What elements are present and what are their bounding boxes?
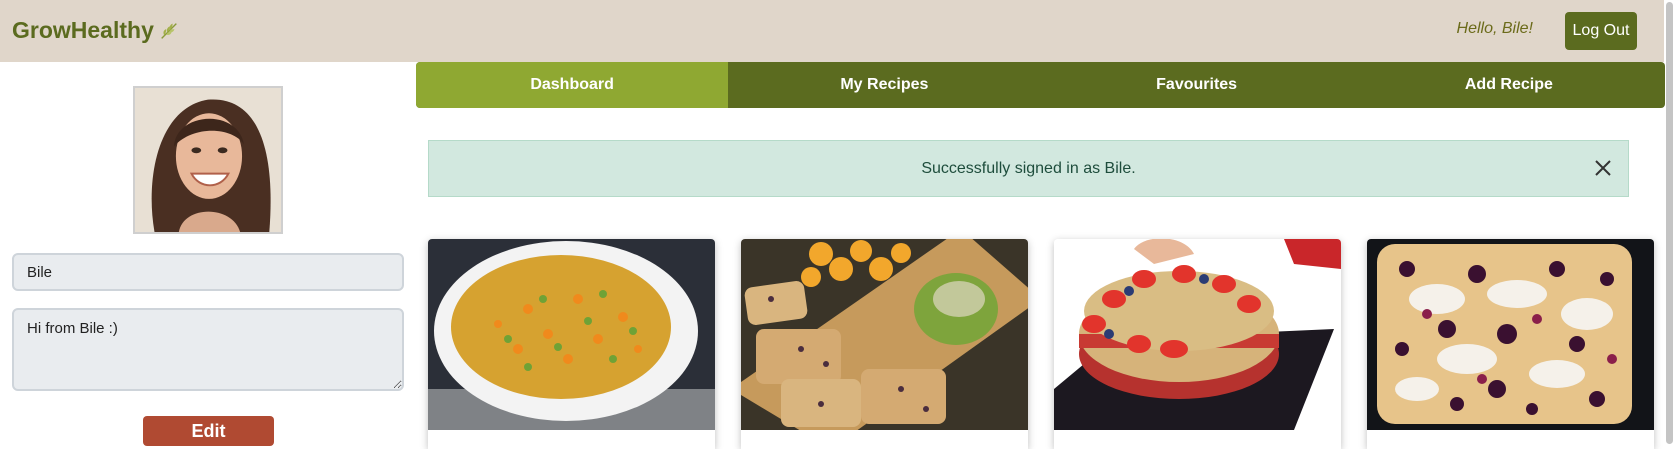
avatar-photo <box>135 88 281 232</box>
scrollbar-thumb[interactable] <box>1666 2 1673 444</box>
recipe-card[interactable] <box>1054 239 1341 449</box>
main-nav: Dashboard My Recipes Favourites Add Reci… <box>416 62 1665 108</box>
brand-name: GrowHealthy <box>12 17 154 43</box>
alert-message: Successfully signed in as Bile. <box>921 159 1136 177</box>
profile-bio-textarea[interactable]: Hi from Bile :) <box>12 308 404 391</box>
edit-profile-button[interactable]: Edit <box>143 416 274 446</box>
tab-add-recipe[interactable]: Add Recipe <box>1353 62 1665 108</box>
success-alert: Successfully signed in as Bile. <box>428 140 1629 197</box>
tab-dashboard[interactable]: Dashboard <box>416 62 729 108</box>
recipe-image[interactable] <box>1054 239 1341 430</box>
profile-name-input[interactable] <box>12 253 404 291</box>
soup-bowl-photo <box>428 239 715 430</box>
recipe-image[interactable] <box>1367 239 1654 430</box>
leaf-icon <box>161 22 177 39</box>
avatar <box>133 86 283 234</box>
tab-favourites[interactable]: Favourites <box>1041 62 1353 108</box>
brand-logo[interactable]: GrowHealthy <box>12 17 180 44</box>
recipe-card[interactable] <box>1367 239 1654 449</box>
recipe-image[interactable] <box>428 239 715 430</box>
oat-bars-platter-photo <box>741 239 1028 430</box>
top-header: GrowHealthy Hello, Bile! Log Out <box>0 0 1664 62</box>
strawberry-cake-photo <box>1054 239 1341 430</box>
page-scrollbar[interactable] <box>1664 0 1675 446</box>
user-greeting: Hello, Bile! <box>1456 20 1533 37</box>
tab-my-recipes[interactable]: My Recipes <box>728 62 1040 108</box>
berry-tray-bake-photo <box>1367 239 1654 430</box>
recipe-image[interactable] <box>741 239 1028 430</box>
recipe-card[interactable] <box>741 239 1028 449</box>
close-icon[interactable] <box>1592 157 1614 179</box>
logout-button[interactable]: Log Out <box>1565 12 1637 50</box>
recipe-card[interactable] <box>428 239 715 449</box>
